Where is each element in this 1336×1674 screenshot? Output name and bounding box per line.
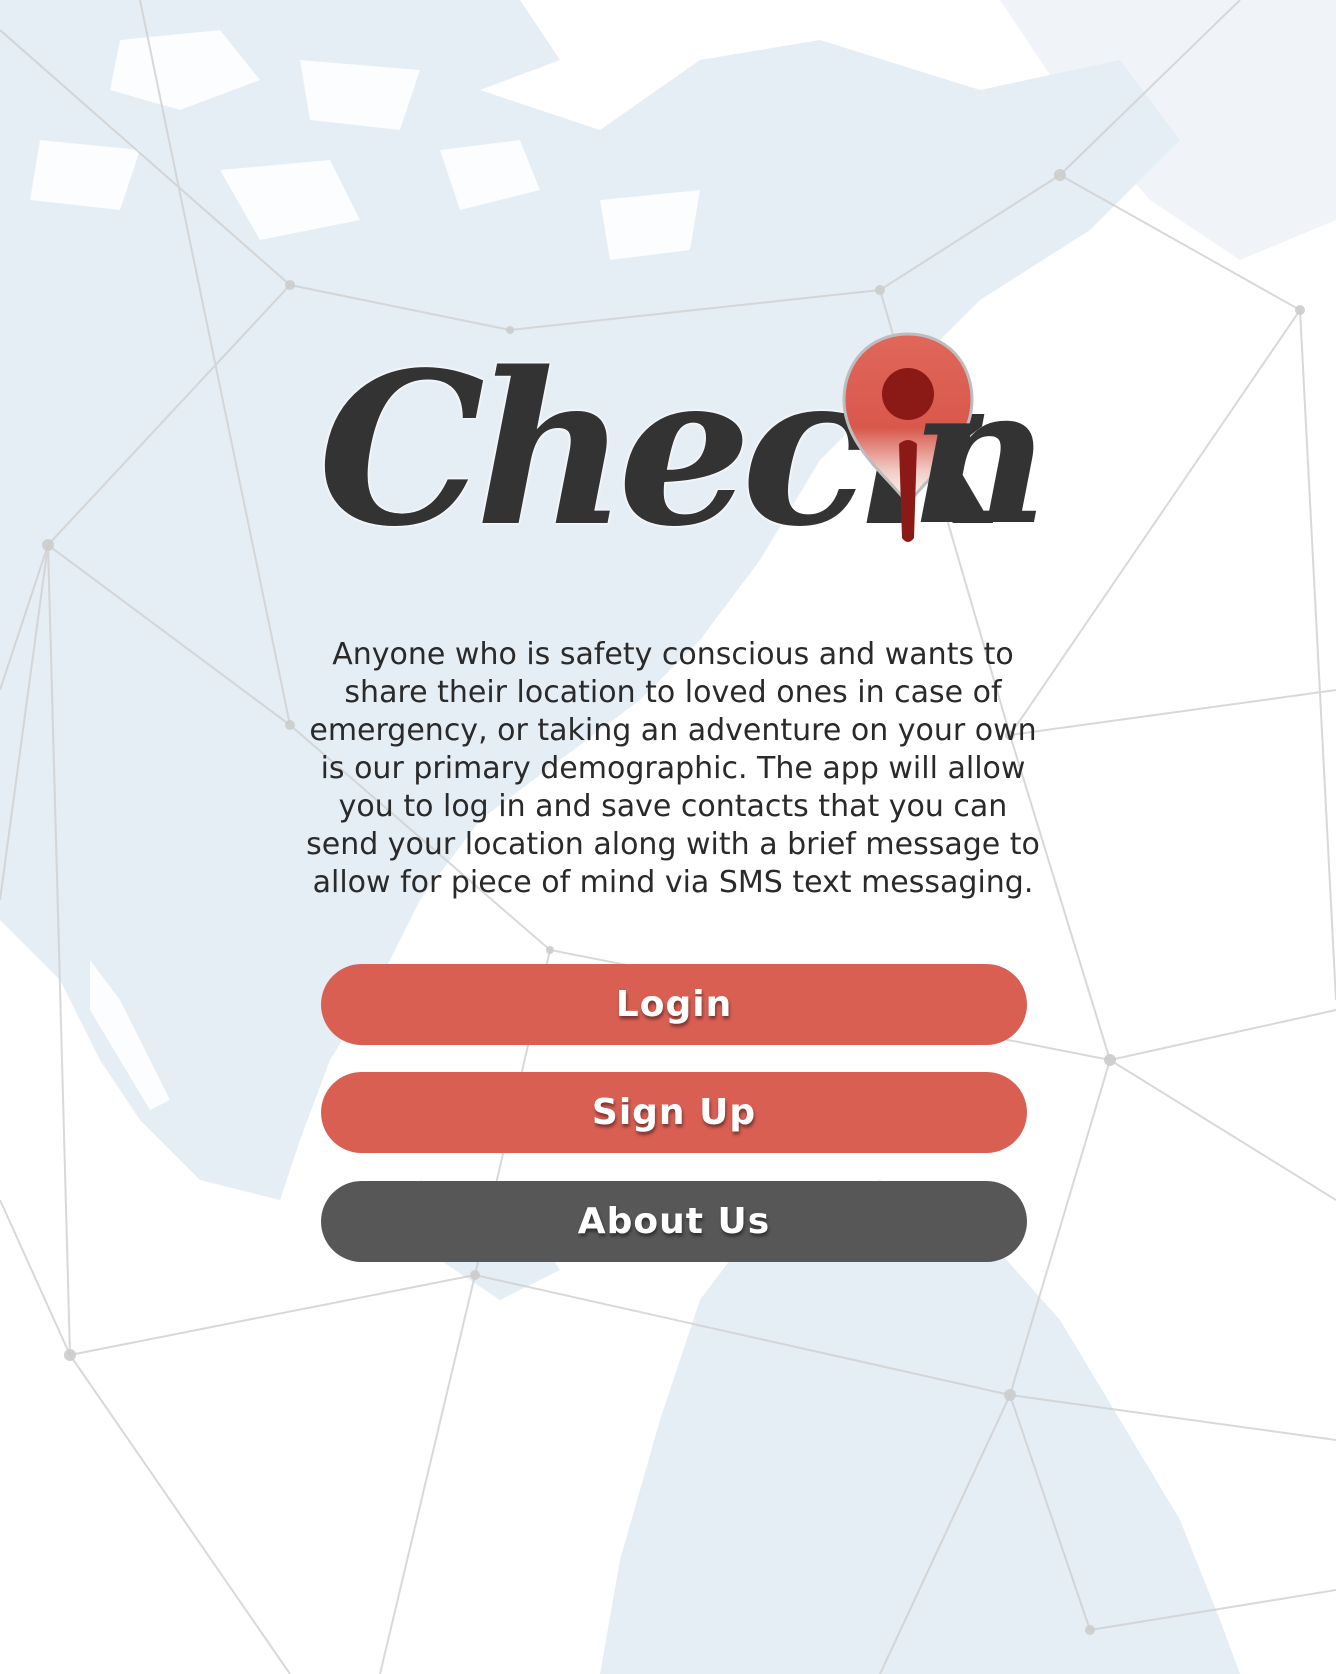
about-us-button[interactable]: About Us (321, 1181, 1027, 1262)
logo-text-suffix: n (910, 344, 1049, 567)
login-button[interactable]: Login (321, 964, 1027, 1045)
app-description: Anyone who is safety conscious and wants… (306, 637, 1040, 900)
sign-up-button[interactable]: Sign Up (321, 1072, 1027, 1153)
check-in-logo: Check n (318, 318, 1048, 598)
